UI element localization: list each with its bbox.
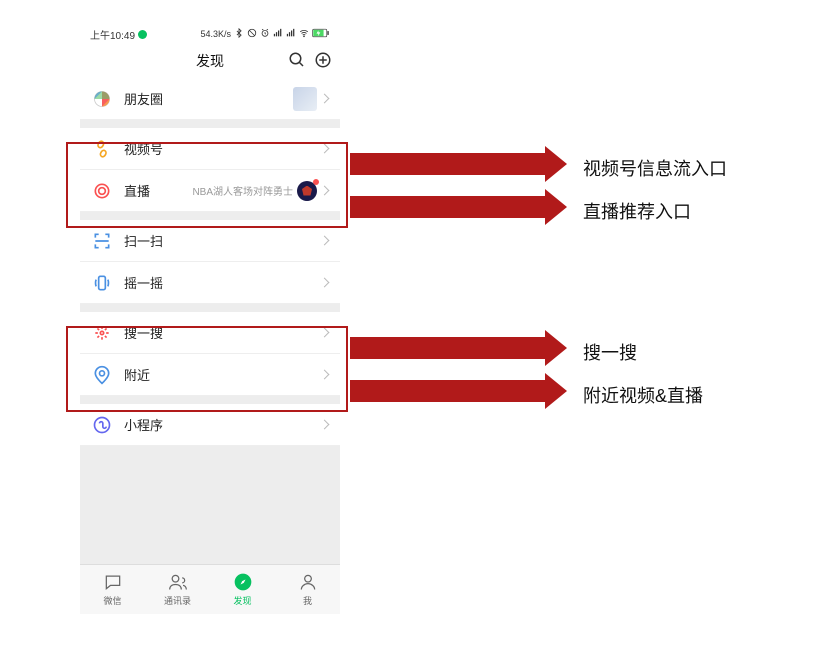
row-label: 摇一摇 xyxy=(124,273,321,292)
miniprogram-icon xyxy=(92,415,112,435)
arrow-search xyxy=(350,337,567,359)
wifi-icon xyxy=(299,28,309,40)
row-shake[interactable]: 摇一摇 xyxy=(80,262,340,304)
row-label: 附近 xyxy=(124,365,321,384)
chevron-right-icon xyxy=(320,236,330,246)
tab-me[interactable]: 我 xyxy=(275,565,340,614)
live-icon xyxy=(92,181,112,201)
signal-icon xyxy=(273,28,283,40)
live-badge-icon xyxy=(297,181,317,201)
row-miniprogram[interactable]: 小程序 xyxy=(80,404,340,446)
tab-label: 我 xyxy=(303,594,312,607)
dnd-icon xyxy=(247,28,257,40)
channels-icon xyxy=(92,139,112,159)
arrow-nearby xyxy=(350,380,567,402)
row-nearby[interactable]: 附近 xyxy=(80,354,340,396)
signal2-icon xyxy=(286,28,296,40)
scan-icon xyxy=(92,231,112,251)
alarm-icon xyxy=(260,28,270,40)
row-search[interactable]: 搜一搜 xyxy=(80,312,340,354)
annotation-nearby: 附近视频&直播 xyxy=(583,382,703,408)
arrow-channels xyxy=(350,153,567,175)
tab-discover[interactable]: 发现 xyxy=(210,565,275,614)
status-indicators: 54.3K/s xyxy=(200,28,330,40)
tab-label: 通讯录 xyxy=(164,594,191,607)
tab-contacts[interactable]: 通讯录 xyxy=(145,565,210,614)
annotation-channels: 视频号信息流入口 xyxy=(583,155,727,181)
chevron-right-icon xyxy=(320,186,330,196)
status-bar: 上午10:49 54.3K/s xyxy=(80,24,340,44)
chevron-right-icon xyxy=(320,370,330,380)
arrow-live xyxy=(350,196,567,218)
row-label: 扫一扫 xyxy=(124,231,321,250)
battery-icon xyxy=(312,28,330,40)
row-label: 朋友圈 xyxy=(124,89,293,108)
row-label: 小程序 xyxy=(124,415,321,434)
live-extra-text: NBA湖人客场对阵勇士 xyxy=(192,183,293,198)
phone-frame: 上午10:49 54.3K/s xyxy=(80,24,340,614)
tab-chat[interactable]: 微信 xyxy=(80,565,145,614)
search-icon[interactable] xyxy=(288,51,306,72)
discover-list: 朋友圈 视频号 直播 NBA湖人客场对阵勇士 扫一扫 xyxy=(80,78,340,564)
annotation-live: 直播推荐入口 xyxy=(583,198,691,224)
add-icon[interactable] xyxy=(314,51,332,72)
chevron-right-icon xyxy=(320,420,330,430)
row-live[interactable]: 直播 NBA湖人客场对阵勇士 xyxy=(80,170,340,212)
chevron-right-icon xyxy=(320,144,330,154)
annotation-search: 搜一搜 xyxy=(583,339,637,365)
tab-label: 发现 xyxy=(233,594,251,607)
page-title: 发现 xyxy=(196,51,224,71)
row-scan[interactable]: 扫一扫 xyxy=(80,220,340,262)
tab-bar: 微信 通讯录 发现 我 xyxy=(80,564,340,614)
net-speed: 54.3K/s xyxy=(200,29,231,39)
moments-thumb xyxy=(293,87,317,111)
chevron-right-icon xyxy=(320,94,330,104)
row-label: 直播 xyxy=(124,181,192,200)
bluetooth-icon xyxy=(234,28,244,40)
chevron-right-icon xyxy=(320,328,330,338)
chevron-right-icon xyxy=(320,278,330,288)
shake-icon xyxy=(92,273,112,293)
row-moments[interactable]: 朋友圈 xyxy=(80,78,340,120)
wechat-running-icon xyxy=(138,30,147,39)
status-time: 上午10:49 xyxy=(90,27,135,42)
row-label: 搜一搜 xyxy=(124,323,321,342)
search-row-icon xyxy=(92,323,112,343)
tab-label: 微信 xyxy=(103,594,121,607)
moments-icon xyxy=(92,89,112,109)
row-label: 视频号 xyxy=(124,139,321,158)
row-channels[interactable]: 视频号 xyxy=(80,128,340,170)
page-header: 发现 xyxy=(80,44,340,78)
nearby-icon xyxy=(92,365,112,385)
